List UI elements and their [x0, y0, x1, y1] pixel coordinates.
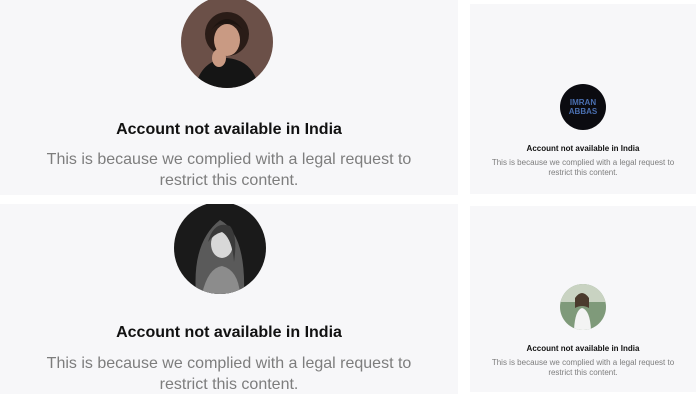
account-unavailable-title: Account not available in India	[116, 121, 342, 138]
profile-avatar	[560, 284, 606, 330]
message-line: This is because we complied with a legal…	[46, 151, 412, 168]
account-unavailable-title: Account not available in India	[116, 324, 342, 341]
legal-request-message: This is because we complied with a legal…	[0, 353, 458, 394]
restricted-account-panel: Account not available in India This is b…	[470, 206, 696, 392]
profile-photo-icon	[174, 204, 266, 294]
message-line: This is because we complied with a legal…	[46, 355, 412, 372]
legal-request-message: This is because we complied with a legal…	[470, 158, 696, 178]
message-line: restrict this content.	[159, 172, 299, 189]
profile-photo-icon	[181, 0, 273, 88]
profile-photo-icon	[560, 284, 606, 330]
message-line: This is because we complied with a legal…	[491, 158, 675, 167]
profile-avatar	[174, 204, 266, 294]
restricted-account-panel: Account not available in India This is b…	[0, 0, 458, 195]
profile-avatar: IMRAN ABBAS	[560, 84, 606, 130]
profile-avatar	[181, 0, 273, 88]
profile-logo-icon: IMRAN ABBAS	[560, 84, 606, 130]
message-line: restrict this content.	[548, 168, 618, 177]
message-line: restrict this content.	[159, 376, 299, 393]
account-unavailable-title: Account not available in India	[526, 144, 640, 153]
avatar-logo-text: IMRAN	[570, 98, 596, 107]
legal-request-message: This is because we complied with a legal…	[0, 149, 458, 191]
restricted-account-panel: Account not available in India This is b…	[0, 204, 458, 394]
account-unavailable-title: Account not available in India	[526, 344, 640, 353]
restricted-account-panel: IMRAN ABBAS Account not available in Ind…	[470, 4, 696, 194]
legal-request-message: This is because we complied with a legal…	[470, 358, 696, 378]
avatar-logo-text: ABBAS	[569, 107, 598, 116]
message-line: restrict this content.	[548, 368, 618, 377]
message-line: This is because we complied with a legal…	[491, 358, 675, 367]
